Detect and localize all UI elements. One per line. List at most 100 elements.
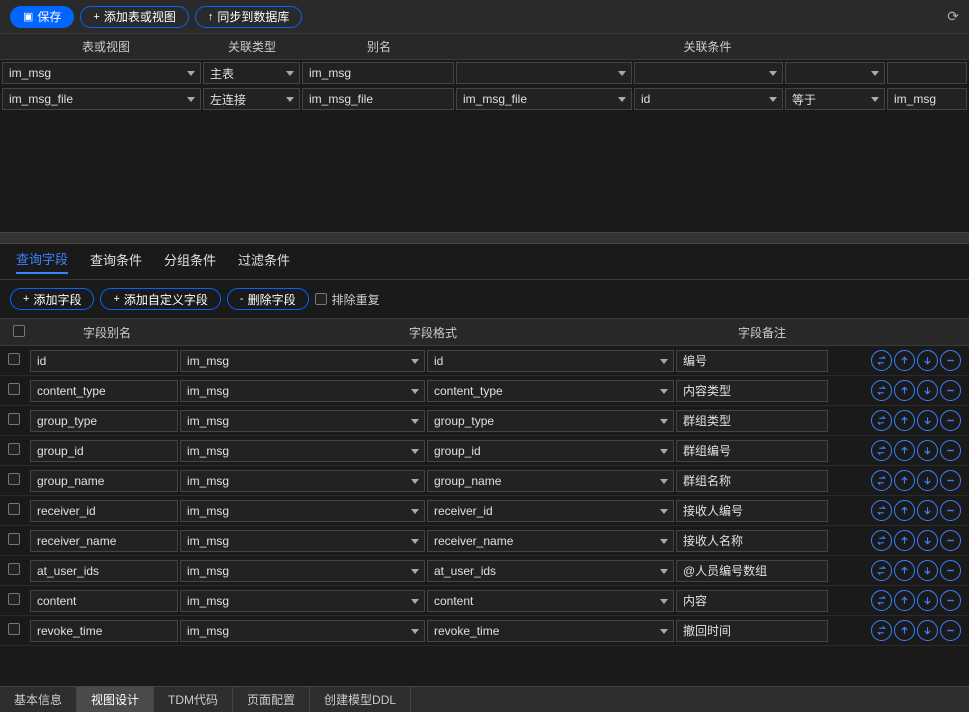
tab-group-cond[interactable]: 分组条件 xyxy=(164,250,216,273)
field-alias-input[interactable]: receiver_id xyxy=(30,500,178,522)
field-remark-input[interactable]: @人员编号数组 xyxy=(676,560,828,582)
field-source-select[interactable]: im_msg xyxy=(180,560,425,582)
join-alias-input[interactable]: im_msg xyxy=(302,62,454,84)
field-alias-input[interactable]: content xyxy=(30,590,178,612)
remove-icon[interactable] xyxy=(940,350,961,371)
join-cond-field-select[interactable] xyxy=(634,62,783,84)
join-table-select[interactable]: im_msg_file xyxy=(2,88,201,110)
move-down-icon[interactable] xyxy=(917,590,938,611)
select-all-checkbox[interactable] xyxy=(13,325,25,337)
field-alias-input[interactable]: group_name xyxy=(30,470,178,492)
join-table-select[interactable]: im_msg xyxy=(2,62,201,84)
field-remark-input[interactable]: 内容类型 xyxy=(676,380,828,402)
move-up-icon[interactable] xyxy=(894,350,915,371)
swap-icon[interactable] xyxy=(871,410,892,431)
divider-bar[interactable] xyxy=(0,232,969,244)
tab-query-cond[interactable]: 查询条件 xyxy=(90,250,142,273)
swap-icon[interactable] xyxy=(871,560,892,581)
delete-field-button[interactable]: - 删除字段 xyxy=(227,288,309,310)
field-remark-input[interactable]: 内容 xyxy=(676,590,828,612)
field-format-select[interactable]: receiver_name xyxy=(427,530,674,552)
move-up-icon[interactable] xyxy=(894,620,915,641)
move-down-icon[interactable] xyxy=(917,380,938,401)
row-checkbox[interactable] xyxy=(8,503,20,515)
distinct-checkbox[interactable] xyxy=(315,293,327,305)
swap-icon[interactable] xyxy=(871,380,892,401)
row-checkbox[interactable] xyxy=(8,563,20,575)
row-checkbox[interactable] xyxy=(8,473,20,485)
move-up-icon[interactable] xyxy=(894,440,915,461)
field-source-select[interactable]: im_msg xyxy=(180,410,425,432)
field-remark-input[interactable]: 群组编号 xyxy=(676,440,828,462)
btab-ddl[interactable]: 创建模型DDL xyxy=(310,687,411,712)
field-remark-input[interactable]: 编号 xyxy=(676,350,828,372)
move-down-icon[interactable] xyxy=(917,410,938,431)
field-source-select[interactable]: im_msg xyxy=(180,590,425,612)
remove-icon[interactable] xyxy=(940,620,961,641)
field-format-select[interactable]: id xyxy=(427,350,674,372)
field-format-select[interactable]: receiver_id xyxy=(427,500,674,522)
field-format-select[interactable]: group_name xyxy=(427,470,674,492)
move-down-icon[interactable] xyxy=(917,620,938,641)
row-checkbox[interactable] xyxy=(8,533,20,545)
join-type-select[interactable]: 主表 xyxy=(203,62,300,84)
field-alias-input[interactable]: revoke_time xyxy=(30,620,178,642)
join-cond-op-select[interactable] xyxy=(785,62,885,84)
move-down-icon[interactable] xyxy=(917,500,938,521)
field-source-select[interactable]: im_msg xyxy=(180,350,425,372)
field-format-select[interactable]: content xyxy=(427,590,674,612)
remove-icon[interactable] xyxy=(940,590,961,611)
remove-icon[interactable] xyxy=(940,500,961,521)
field-source-select[interactable]: im_msg xyxy=(180,380,425,402)
remove-icon[interactable] xyxy=(940,380,961,401)
field-format-select[interactable]: group_type xyxy=(427,410,674,432)
move-up-icon[interactable] xyxy=(894,410,915,431)
move-up-icon[interactable] xyxy=(894,530,915,551)
field-alias-input[interactable]: at_user_ids xyxy=(30,560,178,582)
field-source-select[interactable]: im_msg xyxy=(180,530,425,552)
move-up-icon[interactable] xyxy=(894,560,915,581)
remove-icon[interactable] xyxy=(940,470,961,491)
sync-db-button[interactable]: ↑ 同步到数据库 xyxy=(195,6,303,28)
swap-icon[interactable] xyxy=(871,350,892,371)
move-down-icon[interactable] xyxy=(917,560,938,581)
field-format-select[interactable]: at_user_ids xyxy=(427,560,674,582)
add-custom-field-button[interactable]: + 添加自定义字段 xyxy=(100,288,220,310)
move-down-icon[interactable] xyxy=(917,440,938,461)
swap-icon[interactable] xyxy=(871,620,892,641)
field-alias-input[interactable]: group_type xyxy=(30,410,178,432)
field-format-select[interactable]: content_type xyxy=(427,380,674,402)
field-source-select[interactable]: im_msg xyxy=(180,620,425,642)
row-checkbox[interactable] xyxy=(8,593,20,605)
move-up-icon[interactable] xyxy=(894,590,915,611)
btab-view[interactable]: 视图设计 xyxy=(77,687,154,712)
distinct-checkbox-wrap[interactable]: 排除重复 xyxy=(315,291,380,308)
field-source-select[interactable]: im_msg xyxy=(180,470,425,492)
btab-page[interactable]: 页面配置 xyxy=(233,687,310,712)
save-button[interactable]: ▣ 保存 xyxy=(10,6,74,28)
field-remark-input[interactable]: 接收人编号 xyxy=(676,500,828,522)
join-cond-left-select[interactable] xyxy=(456,62,632,84)
field-alias-input[interactable]: receiver_name xyxy=(30,530,178,552)
field-remark-input[interactable]: 群组类型 xyxy=(676,410,828,432)
row-checkbox[interactable] xyxy=(8,353,20,365)
remove-icon[interactable] xyxy=(940,410,961,431)
swap-icon[interactable] xyxy=(871,530,892,551)
add-table-button[interactable]: + 添加表或视图 xyxy=(80,6,188,28)
field-remark-input[interactable]: 撤回时间 xyxy=(676,620,828,642)
add-field-button[interactable]: + 添加字段 xyxy=(10,288,94,310)
join-cond-right-input[interactable] xyxy=(887,62,967,84)
row-checkbox[interactable] xyxy=(8,623,20,635)
btab-tdm[interactable]: TDM代码 xyxy=(154,687,233,712)
field-source-select[interactable]: im_msg xyxy=(180,500,425,522)
join-cond-right-input[interactable]: im_msg xyxy=(887,88,967,110)
swap-icon[interactable] xyxy=(871,500,892,521)
field-source-select[interactable]: im_msg xyxy=(180,440,425,462)
field-alias-input[interactable]: id xyxy=(30,350,178,372)
move-up-icon[interactable] xyxy=(894,500,915,521)
move-down-icon[interactable] xyxy=(917,350,938,371)
move-down-icon[interactable] xyxy=(917,470,938,491)
remove-icon[interactable] xyxy=(940,530,961,551)
join-type-select[interactable]: 左连接 xyxy=(203,88,300,110)
tab-filter-cond[interactable]: 过滤条件 xyxy=(238,250,290,273)
